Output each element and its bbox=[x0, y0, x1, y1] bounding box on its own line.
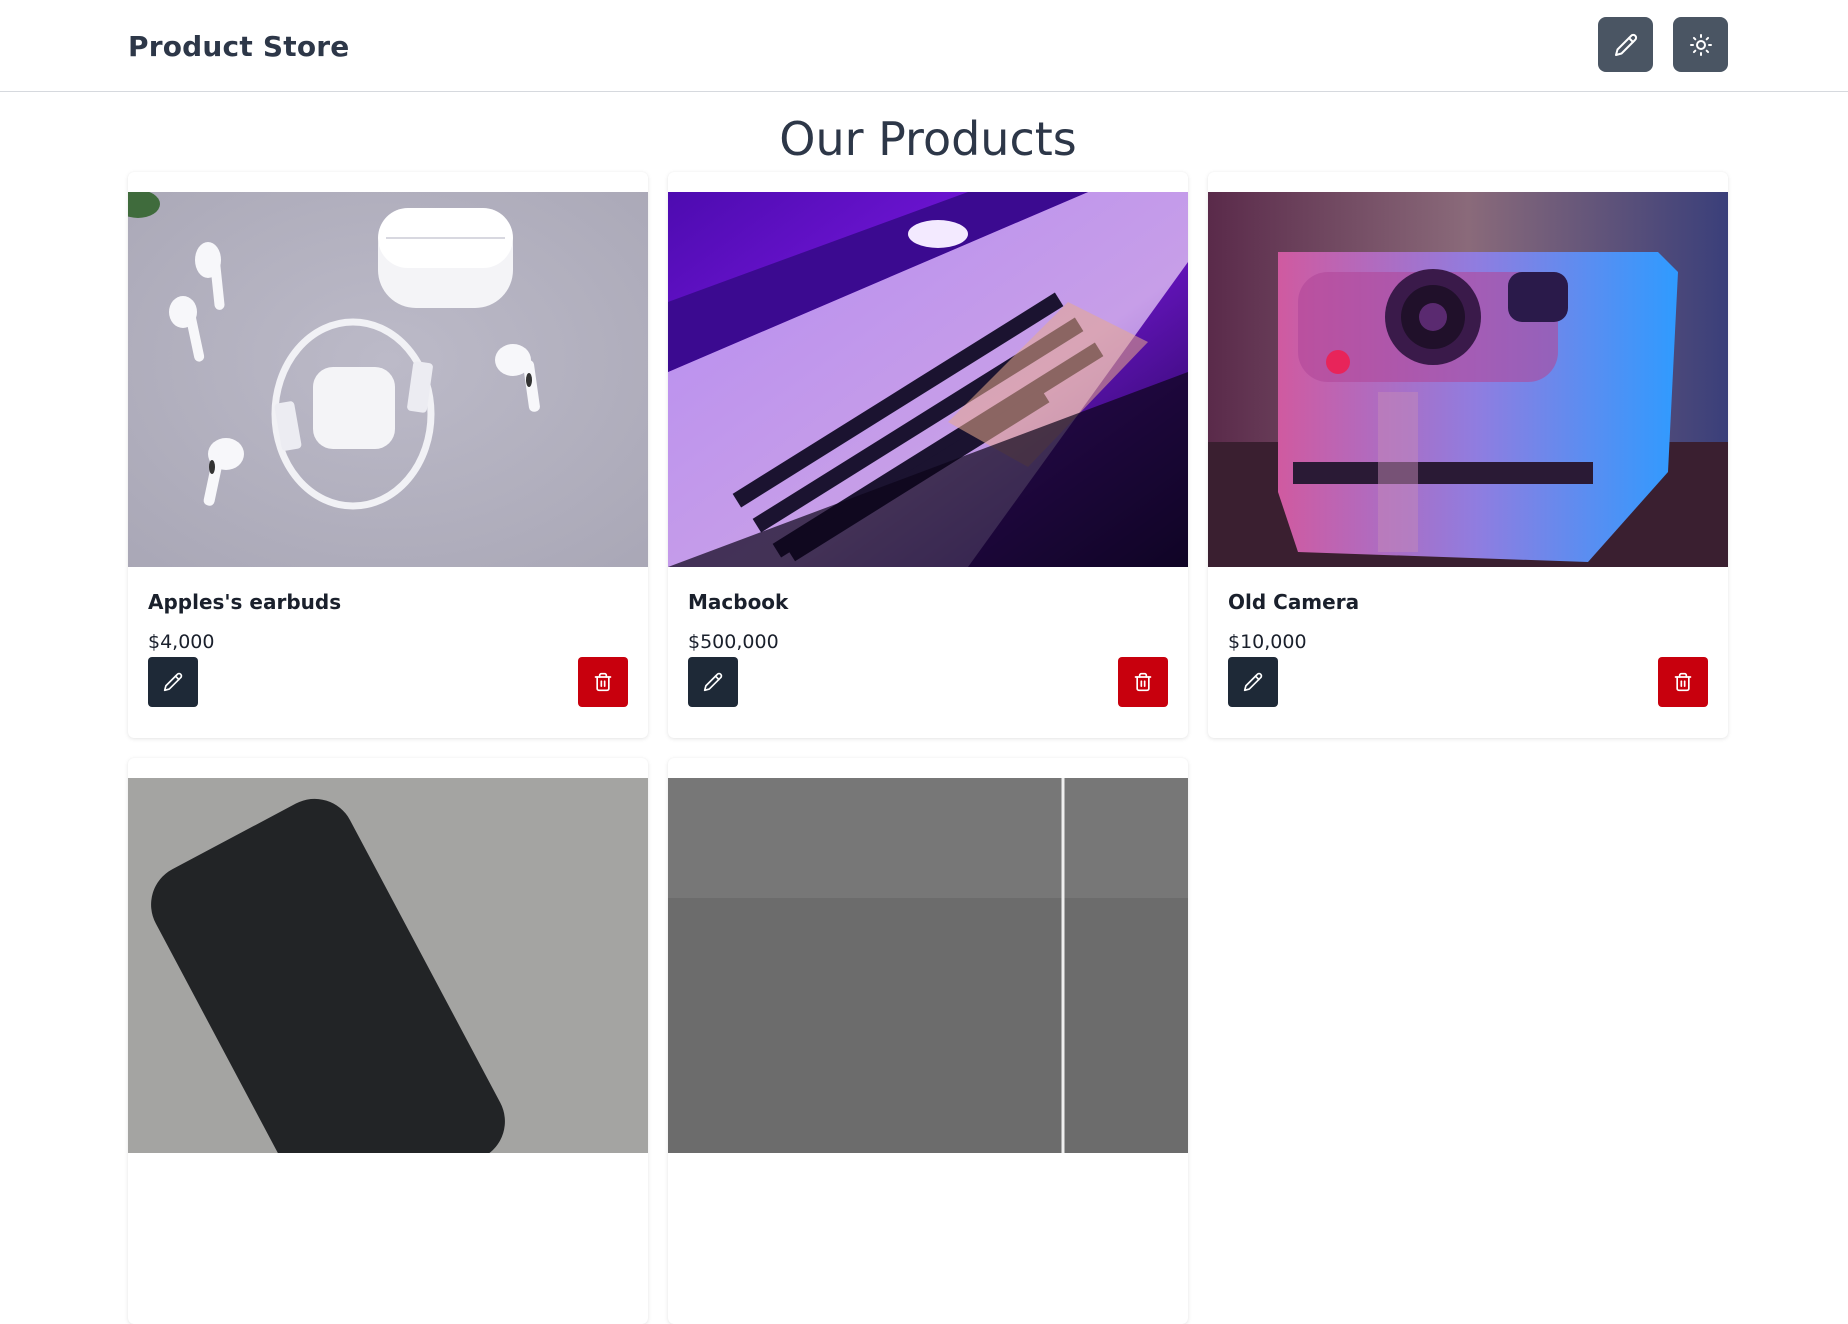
product-card: Apples's earbuds $4,000 bbox=[128, 172, 648, 738]
pencil-icon bbox=[703, 672, 723, 692]
page-title: Our Products bbox=[779, 112, 1077, 166]
trash-icon bbox=[1673, 672, 1693, 692]
delete-product-button[interactable] bbox=[578, 657, 628, 707]
delete-product-button[interactable] bbox=[1658, 657, 1708, 707]
trash-icon bbox=[1133, 672, 1153, 692]
product-image-phone bbox=[128, 778, 648, 1153]
pencil-icon bbox=[163, 672, 183, 692]
theme-toggle-button[interactable] bbox=[1673, 17, 1728, 72]
product-name: Apples's earbuds bbox=[148, 590, 342, 614]
sun-icon bbox=[1689, 33, 1713, 57]
product-price: $500,000 bbox=[688, 631, 779, 653]
product-name: Macbook bbox=[688, 590, 789, 614]
product-card: Macbook $500,000 bbox=[668, 172, 1188, 738]
create-product-button[interactable] bbox=[1598, 17, 1653, 72]
product-card: Old Camera $10,000 bbox=[1208, 172, 1728, 738]
delete-product-button[interactable] bbox=[1118, 657, 1168, 707]
edit-product-button[interactable] bbox=[688, 657, 738, 707]
edit-product-button[interactable] bbox=[1228, 657, 1278, 707]
pencil-icon bbox=[1614, 33, 1638, 57]
edit-product-button[interactable] bbox=[148, 657, 198, 707]
product-price: $10,000 bbox=[1228, 631, 1307, 653]
product-name: Old Camera bbox=[1228, 590, 1360, 614]
product-image-macbook bbox=[668, 192, 1188, 567]
brand-title[interactable]: Product Store bbox=[128, 29, 349, 65]
product-price: $4,000 bbox=[148, 631, 215, 653]
navbar: Product Store bbox=[0, 0, 1848, 92]
product-card bbox=[668, 758, 1188, 1324]
product-card bbox=[128, 758, 648, 1324]
pencil-icon bbox=[1243, 672, 1263, 692]
trash-icon bbox=[593, 672, 613, 692]
product-image-earbuds bbox=[128, 192, 648, 567]
product-image-cable bbox=[668, 778, 1188, 1153]
product-image-camera bbox=[1208, 192, 1728, 567]
